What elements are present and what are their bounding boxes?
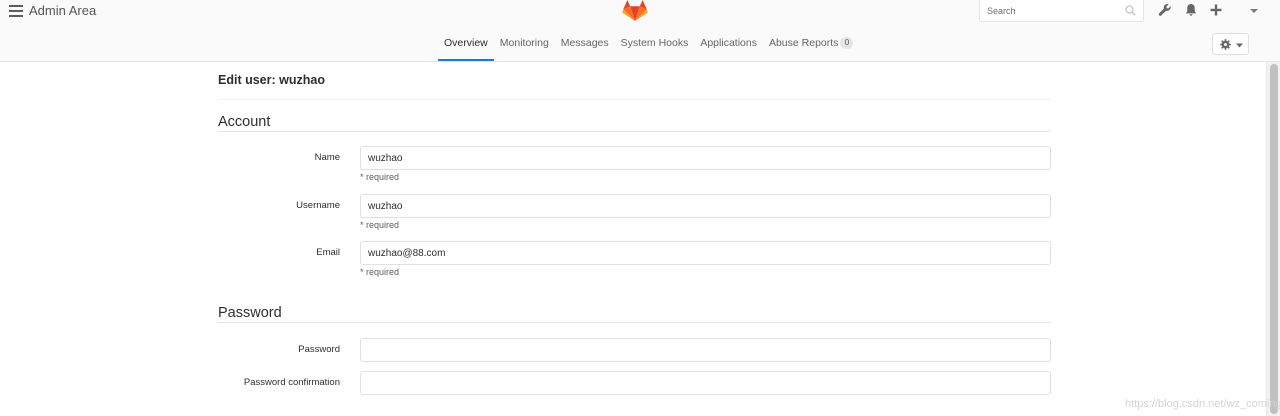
password-confirmation-field[interactable]	[360, 371, 1051, 395]
password-section-divider	[218, 322, 1051, 323]
name-required-hint: * required	[360, 172, 400, 182]
tab-system-hooks[interactable]: System Hooks	[615, 29, 695, 61]
gear-icon	[1220, 39, 1231, 50]
name-label: Name	[314, 152, 340, 163]
tab-label: Applications	[700, 37, 757, 49]
email-required-hint: * required	[360, 267, 400, 277]
chevron-down-icon	[1236, 43, 1243, 48]
tab-overview[interactable]: Overview	[438, 29, 494, 61]
username-field[interactable]	[360, 194, 1051, 218]
tab-label: System Hooks	[620, 37, 689, 49]
caret-down-icon[interactable]	[1250, 8, 1258, 14]
search-icon	[1125, 5, 1136, 16]
wrench-icon[interactable]	[1158, 3, 1172, 17]
gitlab-logo-icon[interactable]	[622, 0, 648, 22]
tab-monitoring[interactable]: Monitoring	[494, 29, 555, 61]
tab-applications[interactable]: Applications	[694, 29, 763, 61]
tab-label: Overview	[444, 37, 488, 49]
email-field[interactable]	[360, 241, 1051, 265]
admin-nav-tabs: Overview Monitoring Messages System Hook…	[438, 29, 859, 61]
password-label: Password	[298, 344, 340, 355]
settings-dropdown-button[interactable]	[1212, 33, 1249, 55]
title-divider	[218, 99, 1051, 100]
password-section-heading: Password	[218, 305, 282, 321]
plus-icon[interactable]	[1209, 3, 1223, 17]
area-title: Admin Area	[29, 3, 97, 18]
email-label: Email	[316, 247, 340, 258]
search-input[interactable]	[980, 0, 1120, 21]
tab-label: Messages	[560, 37, 609, 49]
tab-messages[interactable]: Messages	[555, 29, 615, 61]
vertical-scrollbar[interactable]	[1266, 62, 1280, 416]
hamburger-menu-icon[interactable]	[9, 5, 23, 17]
username-label: Username	[296, 200, 340, 211]
tab-label: Abuse Reports	[768, 37, 839, 49]
tab-label: Monitoring	[499, 37, 549, 49]
name-field[interactable]	[360, 146, 1051, 170]
page-title: Edit user: wuzhao	[218, 73, 325, 87]
top-header: Admin Area Overview Monitoring	[0, 0, 1280, 62]
scrollbar-thumb[interactable]	[1270, 64, 1278, 414]
abuse-reports-count-badge: 0	[840, 37, 854, 49]
username-required-hint: * required	[360, 220, 400, 230]
bell-icon[interactable]	[1184, 3, 1198, 17]
account-section-divider	[218, 131, 1051, 132]
password-field[interactable]	[360, 338, 1051, 362]
tab-abuse-reports[interactable]: Abuse Reports 0	[763, 29, 859, 61]
account-section-heading: Account	[218, 114, 271, 130]
watermark-text: https://blog.csdn.net/wz_coming	[1125, 398, 1280, 410]
search-box	[979, 0, 1144, 22]
password-confirmation-label: Password confirmation	[243, 377, 340, 388]
